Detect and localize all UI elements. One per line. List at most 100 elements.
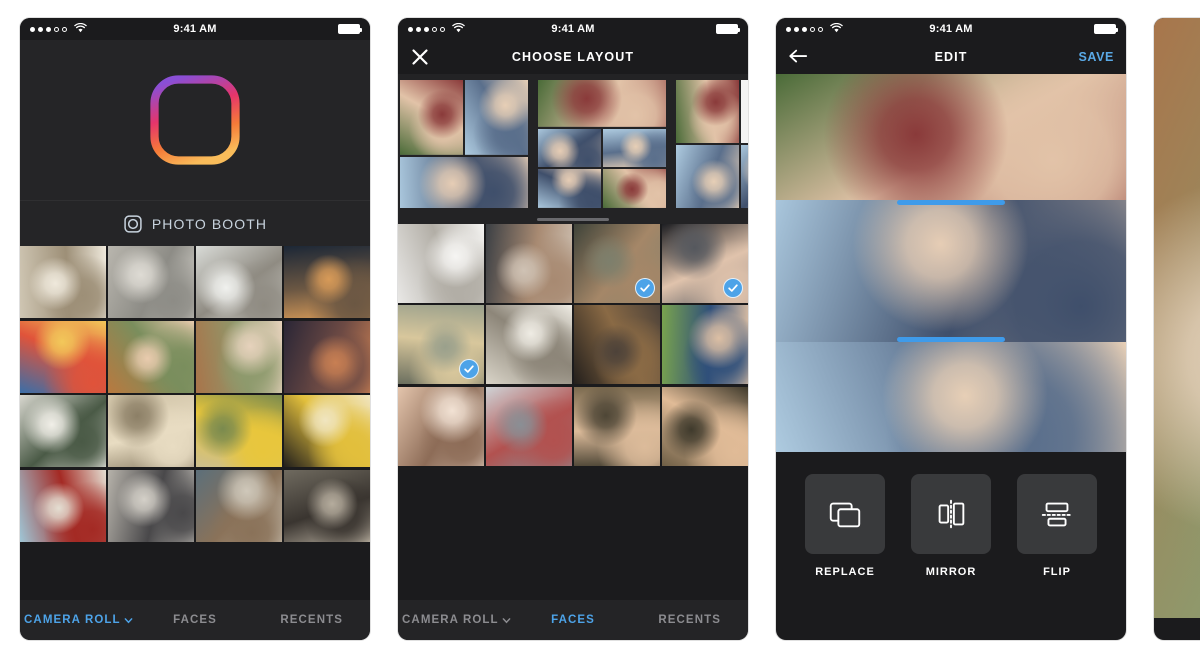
tab-recents[interactable]: RECENTS	[631, 614, 748, 626]
faces-photo-cell[interactable]	[486, 305, 572, 385]
tab-camera-roll[interactable]: CAMERA ROLL	[398, 614, 515, 626]
photo-thumbnail	[284, 395, 370, 467]
tab-recents-label: RECENTS	[658, 614, 721, 626]
save-button[interactable]: SAVE	[1078, 50, 1114, 64]
collage-panel[interactable]	[776, 74, 1126, 200]
faces-photo-cell-selected[interactable]	[574, 224, 660, 303]
tab-faces[interactable]: FACES	[515, 614, 632, 626]
gallery-photo-cell[interactable]	[284, 395, 370, 467]
photo-thumbnail	[400, 80, 463, 155]
gallery-photo-cell[interactable]	[108, 469, 194, 542]
gallery-photo-cell[interactable]	[20, 395, 106, 467]
layout-slot	[400, 80, 463, 155]
status-bar: 9:41 AM	[20, 18, 370, 40]
gallery-photo-cell[interactable]	[108, 246, 194, 318]
gallery-photo-grid[interactable]	[20, 246, 370, 542]
tab-camera-roll[interactable]: CAMERA ROLL	[20, 614, 137, 626]
photo-thumbnail	[486, 386, 572, 466]
layout-logo-icon	[150, 75, 240, 165]
tab-faces[interactable]: FACES	[137, 614, 254, 626]
faces-photo-cell-selected[interactable]	[662, 224, 748, 303]
faces-photo-cell[interactable]	[662, 305, 748, 385]
faces-tab-bar: CAMERA ROLL FACES RECENTS	[398, 600, 748, 640]
checkmark-icon	[723, 278, 743, 298]
tool-mirror[interactable]: MIRROR	[911, 474, 991, 578]
gallery-photo-cell[interactable]	[20, 320, 106, 393]
tool-flip[interactable]: FLIP	[1017, 474, 1097, 578]
gallery-photo-cell[interactable]	[284, 246, 370, 318]
flip-icon[interactable]	[1017, 474, 1097, 554]
mirror-icon[interactable]	[911, 474, 991, 554]
photo-thumbnail	[465, 80, 528, 155]
collage-panel[interactable]	[776, 342, 1126, 452]
back-arrow-icon[interactable]	[788, 47, 808, 67]
faces-photo-cell[interactable]	[486, 386, 572, 466]
layout-option[interactable]	[400, 80, 528, 208]
tab-recents-label: RECENTS	[280, 614, 343, 626]
tab-recents[interactable]: RECENTS	[253, 614, 370, 626]
close-icon[interactable]	[410, 47, 430, 67]
edit-collage-canvas[interactable]	[776, 74, 1126, 452]
carousel-scroll-indicator[interactable]	[398, 214, 748, 224]
layout-slot	[603, 128, 666, 168]
faces-photo-cell[interactable]	[398, 224, 484, 303]
replace-icon[interactable]	[805, 474, 885, 554]
gallery-photo-cell[interactable]	[20, 246, 106, 318]
gallery-photo-cell[interactable]	[196, 320, 282, 393]
status-bar: 9:41 AM	[776, 18, 1126, 40]
layout-slot	[741, 145, 748, 208]
gallery-photo-cell[interactable]	[284, 469, 370, 542]
panel-resize-handle-bottom[interactable]	[897, 337, 1005, 342]
camera-booth-icon	[123, 214, 143, 234]
tool-label: MIRROR	[925, 566, 977, 578]
gallery-photo-cell[interactable]	[284, 320, 370, 393]
faces-photo-cell-selected[interactable]	[398, 305, 484, 385]
faces-photo-cell[interactable]	[574, 386, 660, 466]
photo-thumbnail	[284, 246, 370, 318]
layout-empty-slot	[741, 80, 748, 143]
photo-booth-button[interactable]: PHOTO BOOTH	[20, 200, 370, 246]
tab-camera-roll-label: CAMERA ROLL	[402, 614, 499, 626]
faces-photo-cell[interactable]	[662, 386, 748, 466]
collage-panel-selected[interactable]	[776, 200, 1126, 342]
photo-thumbnail	[776, 200, 1126, 342]
panel-resize-handle-top[interactable]	[897, 200, 1005, 205]
gallery-photo-cell[interactable]	[108, 320, 194, 393]
gallery-photo-cell[interactable]	[196, 246, 282, 318]
layout-slot	[465, 80, 528, 155]
chevron-down-icon	[502, 616, 511, 625]
photo-thumbnail	[574, 305, 660, 385]
phone-screen-edit: 9:41 AM EDIT SAVE REPLACE MIRROR FLIP	[776, 18, 1126, 640]
app-logo-area	[20, 40, 370, 200]
faces-photo-grid[interactable]	[398, 224, 748, 466]
edit-nav-bar: EDIT SAVE	[776, 40, 1126, 74]
faces-photo-cell[interactable]	[486, 224, 572, 303]
gallery-photo-cell[interactable]	[196, 469, 282, 542]
faces-photo-cell[interactable]	[398, 386, 484, 466]
photo-thumbnail	[676, 145, 739, 208]
photo-thumbnail	[574, 386, 660, 466]
layout-slot	[676, 80, 739, 143]
chevron-down-icon	[124, 616, 133, 625]
layout-option[interactable]	[538, 80, 666, 208]
photo-thumbnail	[400, 156, 528, 208]
photo-thumbnail	[284, 320, 370, 393]
preview-photo[interactable]	[1154, 18, 1200, 618]
photo-thumbnail	[538, 128, 601, 168]
photo-thumbnail	[196, 320, 282, 393]
tool-label: FLIP	[1043, 566, 1071, 578]
photo-thumbnail	[20, 395, 106, 467]
layout-option[interactable]	[676, 80, 748, 208]
layout-options-carousel[interactable]	[398, 74, 748, 214]
gallery-photo-cell[interactable]	[20, 469, 106, 542]
layout-slot	[538, 80, 666, 127]
faces-photo-cell[interactable]	[574, 305, 660, 385]
status-time: 9:41 AM	[173, 23, 217, 35]
gallery-photo-cell[interactable]	[108, 395, 194, 467]
photo-thumbnail	[776, 342, 1126, 452]
checkmark-icon	[635, 278, 655, 298]
photo-thumbnail	[398, 386, 484, 466]
battery-icon	[716, 24, 740, 34]
gallery-photo-cell[interactable]	[196, 395, 282, 467]
tool-replace[interactable]: REPLACE	[805, 474, 885, 578]
